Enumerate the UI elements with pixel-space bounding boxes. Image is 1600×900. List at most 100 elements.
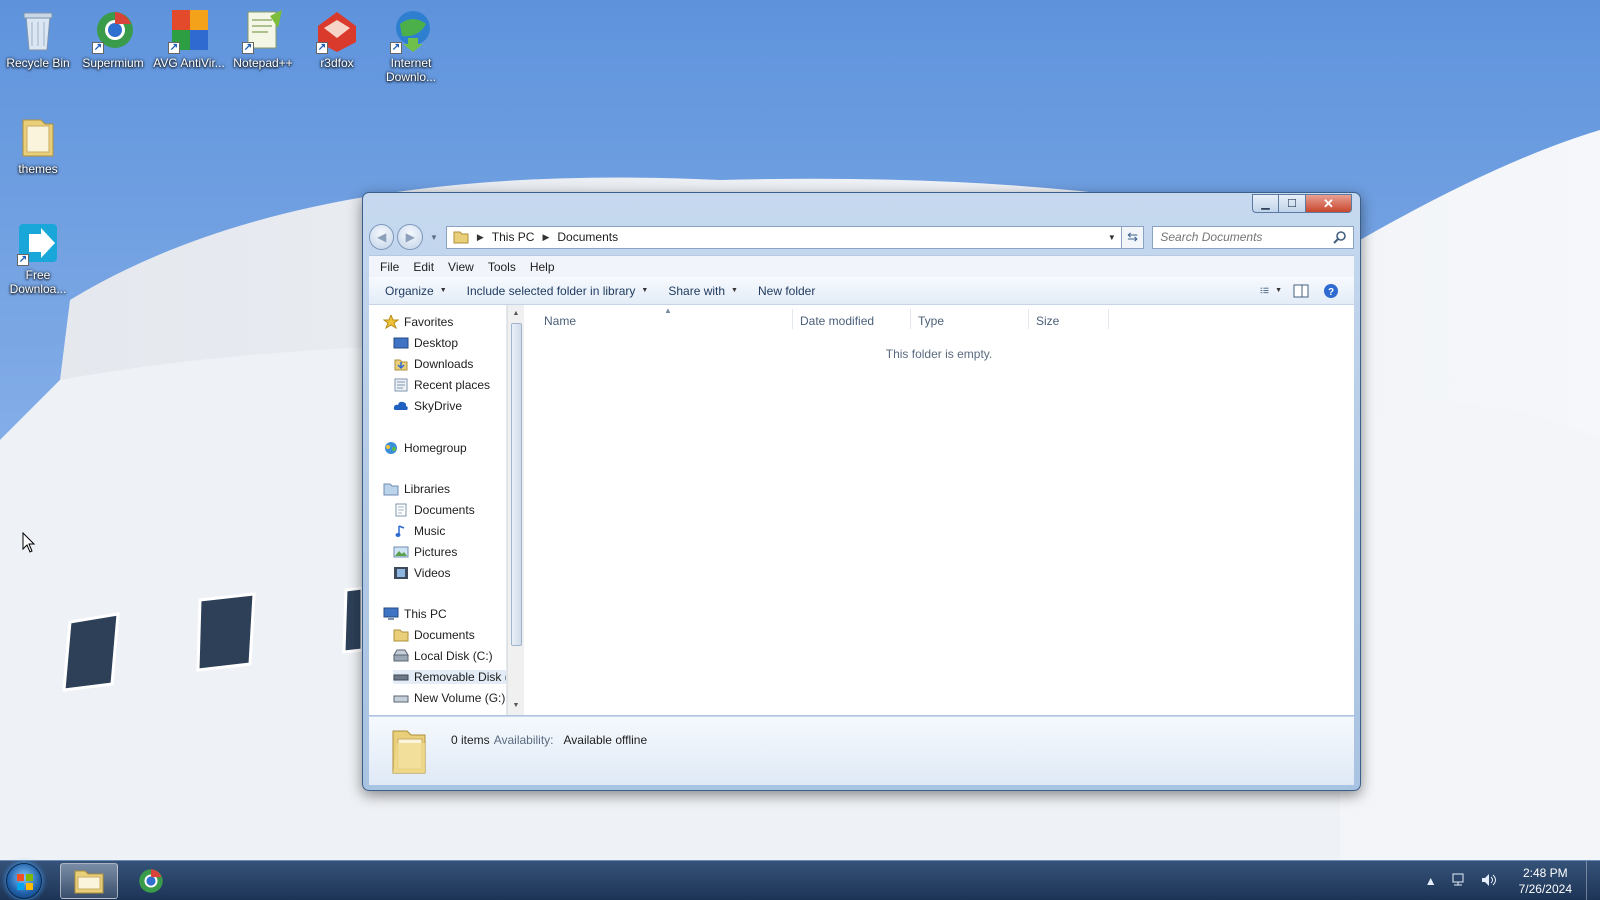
column-divider[interactable]: [1028, 309, 1029, 329]
shortcut-arrow-icon: ↗: [316, 42, 328, 54]
item-count: 0 items: [451, 733, 490, 747]
column-type[interactable]: Type: [918, 314, 944, 328]
column-divider[interactable]: [1108, 309, 1109, 329]
nav-pc-documents[interactable]: Documents: [393, 628, 475, 642]
breadcrumb-separator-icon: ▶: [476, 231, 484, 242]
desktop-icon-free-download-manager[interactable]: ↗ Free Downloa...: [1, 220, 75, 296]
svg-text:?: ?: [1328, 287, 1334, 298]
nav-skydrive[interactable]: SkyDrive: [393, 399, 462, 413]
menu-view[interactable]: View: [441, 260, 481, 274]
organize-button[interactable]: Organize ▼: [375, 284, 457, 298]
search-box[interactable]: [1152, 225, 1354, 249]
taskbar-browser-button[interactable]: [122, 863, 180, 899]
navigation-bar: ◀ ▶ ▼ ▶ This PC ▶ Documents ▼ ⇆: [369, 223, 1354, 251]
nav-local-disk[interactable]: Local Disk (C:): [393, 649, 493, 663]
menu-edit[interactable]: Edit: [406, 260, 441, 274]
empty-folder-message: This folder is empty.: [885, 347, 993, 361]
chevron-down-icon: ▼: [641, 287, 649, 294]
nav-label: Local Disk (C:): [414, 649, 493, 663]
refresh-button[interactable]: ⇆: [1121, 225, 1145, 249]
nav-library-documents[interactable]: Documents: [393, 503, 475, 517]
breadcrumb-separator-icon: ▶: [542, 231, 550, 242]
start-button[interactable]: [6, 863, 42, 899]
folder-icon: [392, 730, 426, 774]
preview-pane-button[interactable]: [1290, 281, 1312, 301]
help-button[interactable]: ?: [1320, 281, 1342, 301]
desktop-icon-internet-download-manager[interactable]: ↗ Internet Downlo...: [374, 8, 448, 84]
nav-homegroup[interactable]: Homegroup: [383, 441, 467, 455]
breadcrumb-documents[interactable]: Documents: [557, 230, 618, 244]
network-icon[interactable]: [1451, 873, 1467, 890]
window-controls: ▁ ☐ ✕: [1252, 194, 1352, 213]
nav-recent-places[interactable]: Recent places: [393, 378, 490, 392]
nav-removable-disk[interactable]: Removable Disk (: [393, 670, 506, 684]
address-bar[interactable]: ▶ This PC ▶ Documents ▼: [445, 225, 1122, 249]
nav-label: Homegroup: [404, 441, 467, 455]
show-desktop-button[interactable]: [1586, 861, 1600, 900]
breadcrumb-this-pc[interactable]: This PC: [492, 230, 535, 244]
new-folder-button[interactable]: New folder: [748, 284, 825, 298]
nav-label: Documents: [414, 503, 475, 517]
homegroup-icon: [385, 442, 397, 454]
share-with-button[interactable]: Share with ▼: [658, 284, 748, 298]
column-name[interactable]: Name: [544, 314, 576, 328]
column-date-modified[interactable]: Date modified: [800, 314, 874, 328]
nav-this-pc[interactable]: This PC: [383, 607, 447, 621]
pictures-icon: [393, 546, 409, 558]
minimize-button[interactable]: ▁: [1252, 194, 1279, 213]
maximize-button[interactable]: ☐: [1279, 194, 1306, 213]
nav-label: Recent places: [414, 378, 491, 392]
nav-pane-scrollbar[interactable]: ▲ ▼: [507, 305, 524, 715]
menu-bar: File Edit View Tools Help: [369, 255, 1354, 277]
file-explorer-icon: [74, 870, 104, 894]
taskbar-explorer-button[interactable]: [60, 863, 118, 899]
nav-libraries[interactable]: Libraries: [383, 482, 450, 496]
search-input[interactable]: [1160, 230, 1331, 244]
file-list[interactable]: ▲ Name Date modified Type Size This fold…: [524, 305, 1354, 715]
back-button[interactable]: ◀: [369, 224, 395, 250]
help-icon: ?: [1324, 283, 1338, 298]
nav-music[interactable]: Music: [393, 524, 445, 538]
volume-icon[interactable]: [1481, 873, 1497, 890]
clock[interactable]: 2:48 PM 7/26/2024: [1519, 865, 1572, 897]
column-divider[interactable]: [910, 309, 911, 329]
desktop-icon-recycle-bin[interactable]: Recycle Bin: [1, 8, 75, 70]
nav-pictures[interactable]: Pictures: [393, 545, 457, 559]
desktop-icon-r3dfox[interactable]: ↗ r3dfox: [300, 8, 374, 70]
desktop-icon-notepadpp[interactable]: ↗ Notepad++: [226, 8, 300, 70]
show-hidden-icons-icon[interactable]: ▲: [1425, 874, 1437, 888]
nav-desktop[interactable]: Desktop: [393, 336, 458, 350]
scroll-down-icon[interactable]: ▼: [510, 699, 522, 713]
desktop-icon-themes[interactable]: themes: [1, 114, 75, 176]
nav-downloads[interactable]: Downloads: [393, 357, 473, 371]
explorer-window[interactable]: ▁ ☐ ✕ ◀ ▶ ▼ ▶ This PC ▶ Documents ▼ ⇆ Fi…: [362, 192, 1361, 791]
navigation-pane[interactable]: Favorites Desktop Downloads Recent place…: [369, 305, 507, 715]
include-in-library-button[interactable]: Include selected folder in library ▼: [457, 284, 659, 298]
downloads-icon: [394, 359, 408, 371]
menu-help[interactable]: Help: [523, 260, 562, 274]
free-download-icon: ↗: [15, 220, 61, 266]
column-divider[interactable]: [792, 309, 793, 329]
windows-logo-icon: [17, 874, 33, 890]
nav-favorites[interactable]: Favorites: [383, 315, 453, 329]
shortcut-arrow-icon: ↗: [17, 254, 29, 266]
search-icon[interactable]: [1333, 230, 1347, 244]
hard-drive-icon: [393, 649, 409, 662]
scroll-up-icon[interactable]: ▲: [510, 307, 522, 321]
recent-pages-dropdown-icon[interactable]: ▼: [430, 233, 438, 242]
forward-button[interactable]: ▶: [397, 224, 423, 250]
scroll-thumb[interactable]: [511, 323, 522, 646]
column-size[interactable]: Size: [1036, 314, 1059, 328]
menu-file[interactable]: File: [373, 260, 406, 274]
desktop-icon-avg[interactable]: ↗ AVG AntiVir...: [152, 8, 226, 70]
address-dropdown-icon[interactable]: ▼: [1103, 233, 1121, 242]
shortcut-arrow-icon: ↗: [168, 42, 180, 54]
change-view-button[interactable]: ▼: [1260, 281, 1282, 301]
nav-videos[interactable]: Videos: [393, 566, 450, 580]
close-button[interactable]: ✕: [1306, 194, 1352, 213]
nav-label: New Volume (G:): [414, 691, 506, 705]
desktop-icon-supermium[interactable]: ↗ Supermium: [76, 8, 150, 70]
menu-tools[interactable]: Tools: [481, 260, 523, 274]
view-options-dropdown-icon[interactable]: ▼: [1275, 287, 1282, 294]
nav-new-volume[interactable]: New Volume (G:): [393, 691, 505, 705]
